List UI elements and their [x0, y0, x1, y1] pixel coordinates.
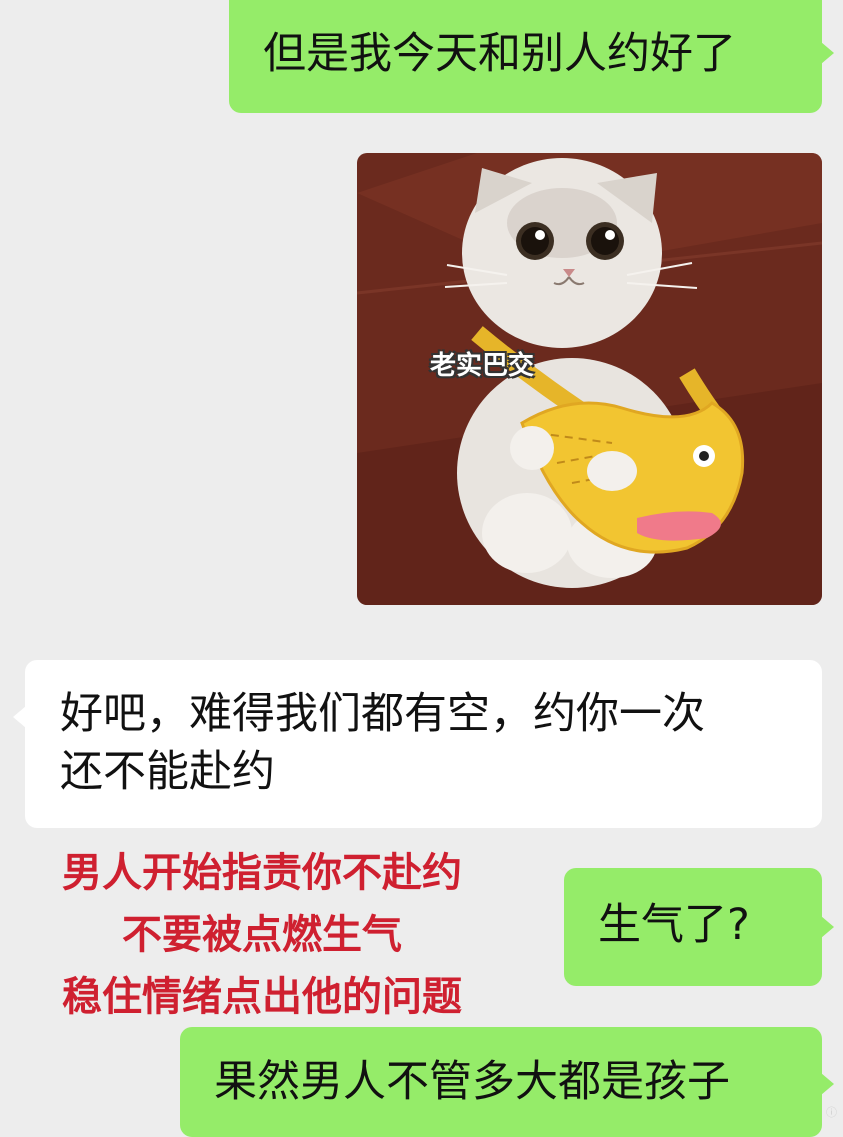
bubble-tail — [821, 916, 834, 938]
message-text-line-2: 还不能赴约 — [60, 747, 275, 797]
sticker-caption: 老实巴交 — [429, 351, 534, 381]
annotation-overlay: 男人开始指责你不赴约 不要被点燃生气 稳住情绪点出他的问题 — [22, 842, 502, 1028]
message-bubble-outgoing[interactable]: 生气了? — [564, 868, 834, 986]
message-bubble-incoming[interactable]: 好吧，难得我们都有空，约你一次 还不能赴约 — [13, 660, 822, 828]
message-text: 果然男人不管多大都是孩子 — [214, 1057, 730, 1107]
annotation-line: 不要被点燃生气 — [122, 912, 402, 958]
bubble-tail — [13, 706, 26, 728]
annotation-line: 稳住情绪点出他的问题 — [62, 974, 462, 1020]
message-text: 生气了? — [598, 900, 750, 950]
message-text: 但是我今天和别人约好了 — [263, 29, 736, 79]
bubble-tail — [821, 42, 834, 64]
annotation-line: 男人开始指责你不赴约 — [62, 850, 462, 896]
bubble-tail — [821, 1073, 834, 1095]
message-bubble-outgoing[interactable]: 但是我今天和别人约好了 — [229, 0, 834, 113]
message-text-line-1: 好吧，难得我们都有空，约你一次 — [60, 689, 705, 739]
message-bubble-outgoing[interactable]: 果然男人不管多大都是孩子 — [180, 1027, 834, 1137]
cat-sticker-image[interactable]: 老实巴交 — [357, 153, 822, 605]
watermark: ⓘ — [826, 1106, 837, 1119]
